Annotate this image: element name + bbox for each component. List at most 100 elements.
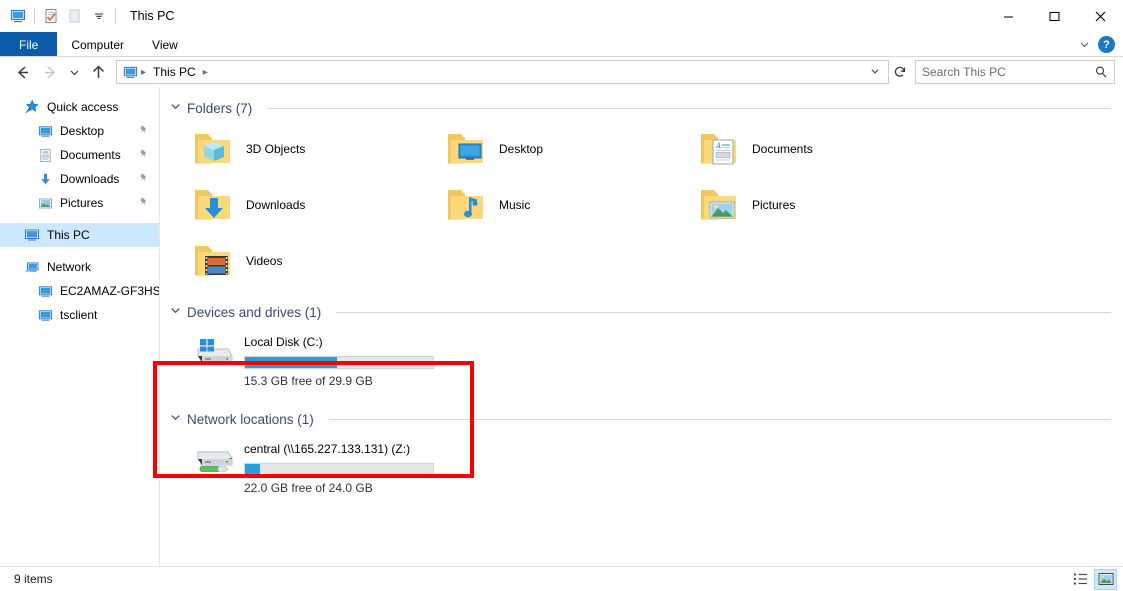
toolbar-separator-2 [115, 8, 116, 24]
view-toggle-group [1069, 568, 1117, 590]
chevron-down-icon[interactable] [170, 412, 180, 426]
chevron-down-icon[interactable] [170, 305, 180, 319]
folder-item-pictures[interactable]: Pictures [676, 177, 929, 233]
search-input[interactable]: Search This PC [922, 65, 1094, 79]
folder-label: Pictures [752, 198, 796, 212]
up-button[interactable] [84, 59, 112, 85]
drive-item-local-disk-c[interactable]: Local Disk (C:) 15.3 GB free of 29.9 GB [170, 325, 434, 394]
drive-info: central (\\165.227.133.131) (Z:) 22.0 GB… [244, 438, 434, 495]
sidebar-item-label: Documents [60, 148, 121, 162]
refresh-button[interactable] [889, 60, 911, 84]
pin-icon[interactable] [138, 196, 149, 210]
properties-icon[interactable] [39, 4, 63, 28]
sidebar-item-label: Pictures [60, 196, 104, 210]
network-locations-grid: central (\\165.227.133.131) (Z:) 22.0 GB… [170, 432, 1123, 501]
search-icon [1094, 65, 1108, 79]
folder-item-downloads[interactable]: Downloads [170, 177, 423, 233]
sidebar-item-quick-access[interactable]: Quick access [0, 95, 159, 119]
section-title: Folders (7) [187, 100, 253, 116]
drive-usage-bar [244, 463, 434, 476]
folder-label: Desktop [499, 142, 544, 156]
ribbon-tabs: File Computer View ? [0, 32, 1123, 57]
folder-item-music[interactable]: Music [423, 177, 676, 233]
sidebar-item-label: Quick access [47, 100, 119, 114]
address-input[interactable]: ▸ This PC ▸ [116, 60, 889, 84]
folder-item-3d-objects[interactable]: 3D Objects [170, 121, 423, 177]
explorer-body: Quick access Desktop Documents Downloads… [0, 87, 1123, 566]
sidebar-item-this-pc[interactable]: This PC [0, 223, 159, 247]
item-count: 9 items [14, 572, 53, 586]
folder-documents-icon: A [698, 129, 742, 169]
status-bar: 9 items [0, 566, 1123, 591]
folders-grid: 3D Objects Desktop A Documents Downloads… [170, 121, 1123, 289]
recent-locations-button[interactable] [64, 59, 84, 85]
this-pc-icon [24, 227, 40, 243]
section-header-folders[interactable]: Folders (7) [170, 97, 1123, 119]
back-button[interactable] [8, 59, 36, 85]
maximize-button[interactable] [1031, 0, 1077, 32]
sidebar-item-label: This PC [47, 228, 90, 242]
sidebar-item-label: tsclient [60, 308, 98, 322]
sidebar-item-downloads[interactable]: Downloads [0, 167, 159, 191]
sidebar-item-network[interactable]: Network [0, 255, 159, 279]
this-pc-icon [121, 65, 138, 80]
section-header-devices[interactable]: Devices and drives (1) [170, 301, 1123, 323]
details-view-button[interactable] [1069, 569, 1092, 590]
sidebar-item-pictures[interactable]: Pictures [0, 191, 159, 215]
monitor-icon[interactable] [6, 4, 30, 28]
sidebar-item-label: Desktop [60, 124, 105, 138]
drive-free-space: 22.0 GB free of 24.0 GB [244, 481, 373, 495]
window-controls [985, 0, 1123, 32]
svg-text:A: A [715, 142, 721, 150]
folder-downloads-icon [192, 185, 236, 225]
customize-dropdown-icon[interactable] [87, 4, 111, 28]
network-icon [24, 259, 40, 275]
navigation-pane[interactable]: Quick access Desktop Documents Downloads… [0, 87, 160, 566]
desktop-icon [38, 124, 53, 139]
folder-pictures-icon [698, 185, 742, 225]
sidebar-item-ec2amaz[interactable]: EC2AMAZ-GF3HSM [0, 279, 159, 303]
window-title: This PC [130, 9, 175, 23]
section-divider [267, 107, 1111, 109]
tab-computer[interactable]: Computer [57, 32, 138, 57]
chevron-down-icon[interactable] [1072, 34, 1096, 56]
forward-button[interactable] [36, 59, 64, 85]
address-dropdown-icon[interactable] [866, 66, 884, 79]
section-divider [336, 311, 1111, 313]
section-header-network-locations[interactable]: Network locations (1) [170, 408, 1123, 430]
sidebar-item-label: Network [47, 260, 92, 274]
pin-icon[interactable] [138, 172, 149, 186]
folder-videos-icon [192, 241, 236, 281]
folder-item-documents[interactable]: A Documents [676, 121, 929, 177]
large-icons-view-button[interactable] [1094, 568, 1117, 590]
search-box[interactable]: Search This PC [915, 60, 1115, 84]
tab-view[interactable]: View [138, 32, 192, 57]
new-folder-icon[interactable] [63, 4, 87, 28]
drive-item-central-z[interactable]: central (\\165.227.133.131) (Z:) 22.0 GB… [170, 432, 434, 501]
folder-label: Downloads [246, 198, 306, 212]
title-bar: This PC [0, 0, 1123, 32]
sidebar-item-documents[interactable]: Documents [0, 143, 159, 167]
pin-icon[interactable] [138, 148, 149, 162]
drives-grid: Local Disk (C:) 15.3 GB free of 29.9 GB [170, 325, 1123, 394]
breadcrumb-separator: ▸ [141, 66, 147, 78]
computer-icon [38, 284, 53, 299]
drive-name: Local Disk (C:) [244, 335, 323, 349]
chevron-down-icon[interactable] [170, 101, 180, 115]
folder-item-videos[interactable]: Videos [170, 233, 423, 289]
close-button[interactable] [1077, 0, 1123, 32]
sidebar-item-desktop[interactable]: Desktop [0, 119, 159, 143]
items-view[interactable]: Folders (7) 3D Objects Desktop A Documen… [160, 87, 1123, 566]
section-title: Network locations (1) [187, 411, 314, 427]
sidebar-item-tsclient[interactable]: tsclient [0, 303, 159, 327]
help-icon[interactable]: ? [1098, 36, 1115, 53]
pin-icon[interactable] [138, 124, 149, 138]
breadcrumb-this-pc[interactable]: This PC [149, 63, 200, 81]
breadcrumb-separator-2[interactable]: ▸ [203, 67, 208, 78]
tab-file[interactable]: File [0, 32, 58, 57]
folder-item-desktop[interactable]: Desktop [423, 121, 676, 177]
minimize-button[interactable] [985, 0, 1031, 32]
file-explorer-window: This PC File Computer View ? ▸ This PC ▸… [0, 0, 1123, 591]
